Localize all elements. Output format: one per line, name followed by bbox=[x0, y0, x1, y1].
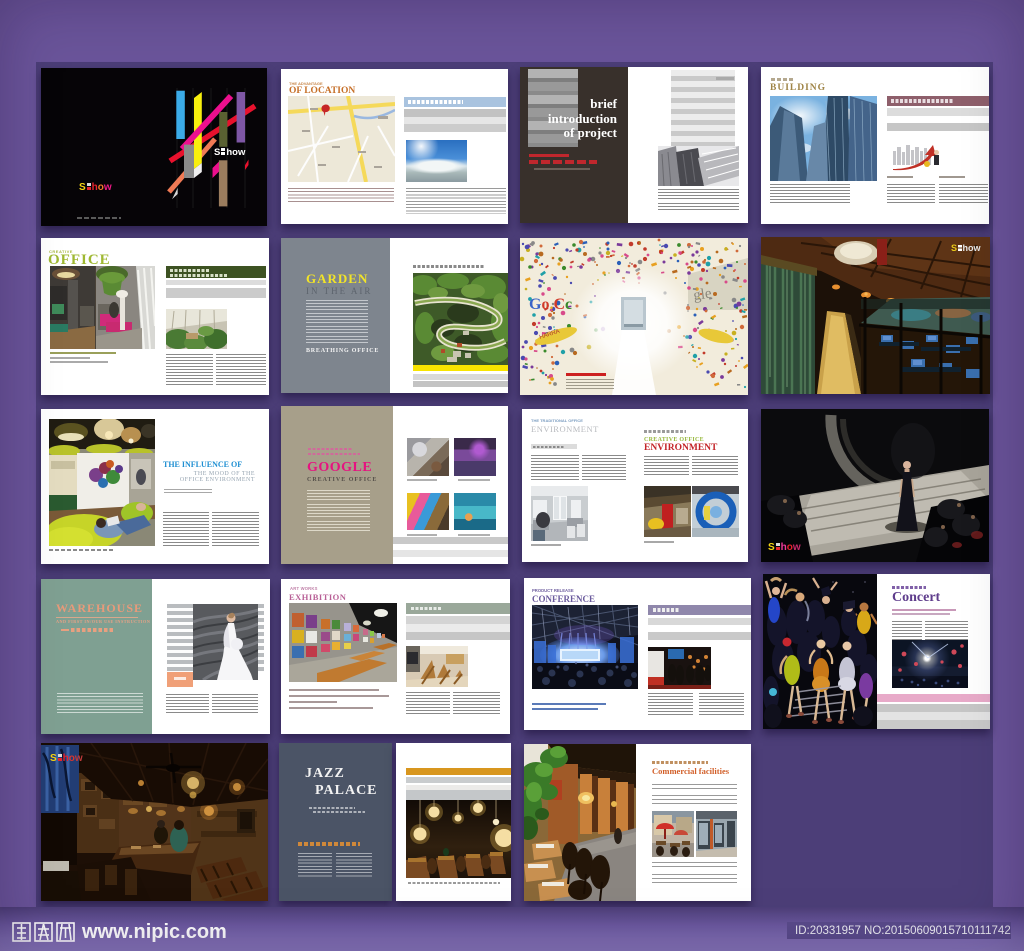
svg-text:gle: gle bbox=[692, 286, 713, 304]
svg-text:Go.Cc: Go.Cc bbox=[529, 296, 572, 313]
